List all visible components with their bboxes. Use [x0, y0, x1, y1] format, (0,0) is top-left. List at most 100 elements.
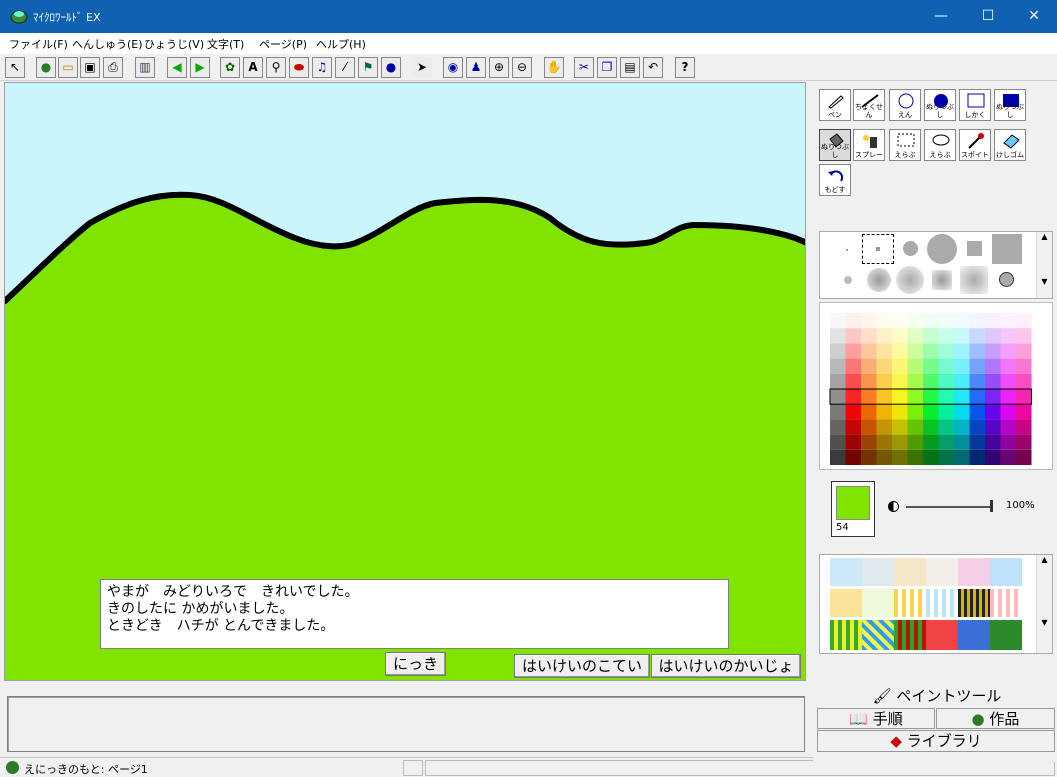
tool-eraser[interactable]: けしゴム	[994, 129, 1026, 161]
layout-icon[interactable]: ▥	[135, 57, 155, 78]
palette-swatch[interactable]	[938, 419, 955, 435]
palette-swatch[interactable]	[923, 449, 939, 465]
palette-swatch[interactable]	[1016, 449, 1032, 465]
animal-icon[interactable]: ●	[381, 57, 401, 78]
palette-swatch[interactable]	[969, 389, 986, 405]
tool-eyedropper[interactable]: スポイト	[959, 129, 991, 161]
copy-icon[interactable]: ❐	[597, 57, 617, 78]
palette-swatch[interactable]	[938, 434, 955, 450]
drawing-canvas[interactable]: やまが みどりいろで きれいでした。 きのしたに かめがいました。 ときどき ハ…	[4, 82, 806, 681]
palette-swatch[interactable]	[969, 419, 986, 435]
palette-swatch[interactable]	[969, 313, 986, 329]
palette-swatch[interactable]	[954, 449, 970, 465]
brush-soft-2[interactable]	[867, 268, 891, 292]
palette-swatch[interactable]	[861, 449, 877, 465]
palette-swatch[interactable]	[985, 449, 1001, 465]
palette-swatch[interactable]	[892, 434, 908, 450]
palette-swatch[interactable]	[892, 419, 908, 435]
palette-swatch[interactable]	[830, 343, 846, 359]
palette-swatch[interactable]	[1000, 449, 1017, 465]
palette-swatch[interactable]	[861, 343, 877, 359]
help-icon[interactable]: ?	[675, 57, 695, 78]
palette-swatch[interactable]	[954, 313, 970, 329]
brush-size-selected[interactable]	[999, 272, 1014, 287]
palette-swatch[interactable]	[830, 419, 846, 435]
palette-swatch[interactable]	[985, 328, 1001, 344]
palette-swatch[interactable]	[938, 343, 955, 359]
palette-swatch[interactable]	[845, 313, 862, 329]
palette-swatch[interactable]	[892, 389, 908, 405]
tool-pen[interactable]: ペン	[819, 89, 851, 121]
palette-swatch[interactable]	[954, 434, 970, 450]
palette-swatch[interactable]	[845, 328, 862, 344]
bg-fix-button[interactable]: はいけいのこてい	[514, 654, 650, 678]
brush-soft-1[interactable]	[844, 276, 852, 284]
tool-rectangle[interactable]: しかく	[959, 89, 991, 121]
brush-size-3[interactable]	[903, 241, 918, 256]
palette-swatch[interactable]	[969, 343, 986, 359]
texture-scrollbar[interactable]: ▲ ▼	[1036, 555, 1052, 653]
arrow-right-icon[interactable]: ▶	[190, 57, 210, 78]
tool-filled-rectangle[interactable]: ぬりつぶし	[994, 89, 1026, 121]
palette-swatch[interactable]	[938, 389, 955, 405]
palette-swatch[interactable]	[861, 313, 877, 329]
palette-swatch[interactable]	[830, 328, 846, 344]
palette-swatch[interactable]	[876, 358, 893, 374]
palette-swatch[interactable]	[861, 434, 877, 450]
texture-swatch[interactable]	[990, 558, 1022, 586]
texture-swatch[interactable]	[894, 620, 926, 650]
palette-swatch[interactable]	[1000, 358, 1017, 374]
tool-paint-bucket[interactable]: ぬりつぶし	[819, 129, 851, 161]
palette-swatch[interactable]	[985, 343, 1001, 359]
eye-icon[interactable]: ◉	[443, 57, 463, 78]
current-color-swatch[interactable]: 54	[831, 481, 875, 537]
zoom-in-icon[interactable]: ⊕	[489, 57, 509, 78]
palette-swatch[interactable]	[954, 358, 970, 374]
palette-swatch[interactable]	[923, 373, 939, 389]
palette-swatch[interactable]	[923, 434, 939, 450]
palette-swatch[interactable]	[969, 404, 986, 420]
texture-swatch[interactable]	[926, 589, 958, 617]
palette-swatch[interactable]	[861, 404, 877, 420]
texture-swatch[interactable]	[830, 589, 862, 617]
palette-swatch[interactable]	[907, 313, 924, 329]
palette-swatch[interactable]	[954, 404, 970, 420]
palette-swatch[interactable]	[985, 373, 1001, 389]
palette-swatch[interactable]	[861, 358, 877, 374]
save-icon[interactable]: ▣	[80, 57, 100, 78]
palette-swatch[interactable]	[1016, 419, 1032, 435]
palette-swatch[interactable]	[830, 434, 846, 450]
texture-swatch[interactable]	[958, 589, 990, 617]
close-button[interactable]: ✕	[1011, 0, 1057, 33]
cursor-pointer-icon[interactable]: ↖	[5, 57, 25, 78]
palette-swatch[interactable]	[892, 373, 908, 389]
palette-swatch[interactable]	[969, 434, 986, 450]
texture-swatch[interactable]	[862, 620, 894, 650]
palette-swatch[interactable]	[985, 358, 1001, 374]
tab-library[interactable]: ◆ ライブラリ	[817, 730, 1055, 752]
palette-swatch[interactable]	[1000, 343, 1017, 359]
palette-swatch[interactable]	[845, 389, 862, 405]
palette-swatch[interactable]	[876, 343, 893, 359]
palette-swatch[interactable]	[954, 343, 970, 359]
tool-line[interactable]: ちょくせん	[853, 89, 885, 121]
palette-swatch[interactable]	[985, 419, 1001, 435]
tool-lasso[interactable]: えらぶ	[924, 129, 956, 161]
texture-swatch[interactable]	[894, 589, 926, 617]
opacity-slider-thumb[interactable]	[990, 500, 993, 512]
palette-swatch[interactable]	[954, 389, 970, 405]
palette-swatch[interactable]	[938, 404, 955, 420]
palette-swatch[interactable]	[845, 404, 862, 420]
palette-swatch[interactable]	[830, 373, 846, 389]
palette-swatch[interactable]	[938, 313, 955, 329]
music-note-icon[interactable]: ♫	[312, 57, 332, 78]
hand-stop-icon[interactable]: ✋	[544, 57, 564, 78]
palette-swatch[interactable]	[892, 449, 908, 465]
palette-swatch[interactable]	[923, 389, 939, 405]
palette-swatch[interactable]	[1000, 389, 1017, 405]
tab-steps[interactable]: 📖 手順	[817, 708, 935, 729]
texture-swatch[interactable]	[830, 558, 862, 586]
color-palette[interactable]	[819, 302, 1053, 470]
open-folder-icon[interactable]: ▭	[58, 57, 78, 78]
menu-text[interactable]: 文字(T)	[207, 36, 244, 52]
